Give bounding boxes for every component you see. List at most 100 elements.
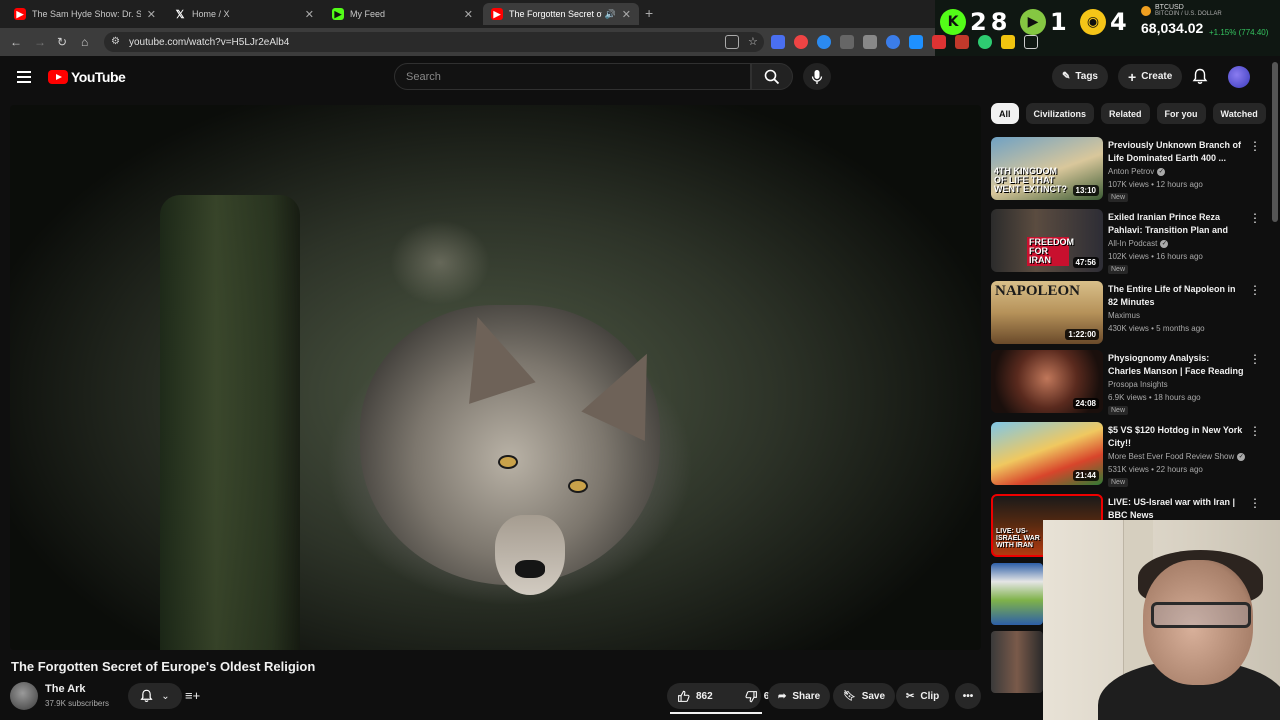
chip-civilizations[interactable]: Civilizations: [1025, 103, 1095, 124]
more-vertical-icon[interactable]: ⋮: [1249, 139, 1261, 153]
recommendation-channel[interactable]: Maximus: [1108, 311, 1140, 320]
recommendation-item[interactable]: FREEDOM FOR IRAN 47:56 Exiled Iranian Pr…: [991, 209, 1261, 275]
search-button[interactable]: [751, 63, 793, 90]
channel-name[interactable]: The Ark: [45, 683, 86, 695]
like-button[interactable]: 862: [667, 683, 723, 709]
duration-badge: 21:44: [1072, 470, 1099, 481]
extension-icon[interactable]: [863, 35, 877, 49]
webcam-person-glasses: [1151, 602, 1251, 628]
tab-my-feed[interactable]: ▶ My Feed ✕: [324, 3, 481, 25]
channel-avatar[interactable]: [10, 682, 38, 710]
forward-icon[interactable]: →: [34, 35, 46, 49]
notifications-button[interactable]: [1192, 68, 1208, 90]
site-info-icon[interactable]: ⚙: [111, 36, 120, 47]
more-vertical-icon[interactable]: ⋮: [1249, 283, 1261, 297]
bell-icon: [1192, 68, 1208, 84]
speaker-icon[interactable]: 🔊: [605, 9, 616, 20]
voice-search-button[interactable]: [803, 63, 831, 90]
more-vertical-icon[interactable]: ⋮: [1249, 424, 1261, 438]
home-icon[interactable]: ⌂: [81, 35, 88, 49]
close-icon[interactable]: ✕: [622, 8, 631, 21]
recommendation-title[interactable]: Exiled Iranian Prince Reza Pahlavi: Tran…: [1108, 211, 1244, 237]
create-button[interactable]: + Create: [1118, 64, 1183, 89]
duration-badge: 47:56: [1072, 257, 1099, 268]
recommendation-item[interactable]: 24:08 Physiognomy Analysis: Charles Mans…: [991, 350, 1261, 416]
menu-icon[interactable]: [17, 71, 31, 83]
new-badge: New: [1108, 406, 1129, 415]
close-icon[interactable]: ✕: [147, 8, 156, 21]
close-icon[interactable]: ✕: [305, 8, 314, 21]
video-thumbnail[interactable]: [991, 563, 1043, 625]
tab-forgotten-secret[interactable]: ▶ The Forgotten Secret of Eu 🔊 ✕: [483, 3, 639, 25]
recommendation-item[interactable]: 4TH KINGDOM OF LIFE THAT WENT EXTINCT? 1…: [991, 137, 1261, 203]
extension-icon[interactable]: [886, 35, 900, 49]
extension-icons: ☆: [725, 35, 1038, 49]
video-thumbnail[interactable]: [991, 631, 1043, 693]
extension-icon[interactable]: [909, 35, 923, 49]
recommendation-channel[interactable]: Anton Petrov ✓: [1108, 167, 1166, 176]
url-text[interactable]: youtube.com/watch?v=H5LJr2eAlb4: [129, 37, 289, 48]
chip-watched[interactable]: Watched: [1212, 103, 1266, 124]
video-player[interactable]: [10, 105, 981, 650]
recommendation-title[interactable]: Previously Unknown Branch of Life Domina…: [1108, 139, 1244, 165]
tab-sam-hyde[interactable]: ▶ The Sam Hyde Show: Dr. Seuss ✕: [6, 3, 164, 25]
close-icon[interactable]: ✕: [464, 8, 473, 21]
youtube-logo[interactable]: YouTube: [48, 69, 126, 85]
subscription-bell-button[interactable]: ⌄: [128, 683, 182, 709]
chip-all[interactable]: All: [991, 103, 1019, 124]
chip-related[interactable]: Related: [1101, 103, 1150, 124]
star-icon[interactable]: ☆: [748, 35, 762, 49]
like-dislike-group: 862 6: [667, 683, 769, 709]
recommendation-item[interactable]: 21:44 $5 VS $120 Hotdog in New York City…: [991, 422, 1261, 488]
tab-title: My Feed: [350, 9, 386, 19]
search-input[interactable]: [395, 64, 750, 89]
puzzle-icon[interactable]: [1024, 35, 1038, 49]
extension-icon[interactable]: [932, 35, 946, 49]
back-icon[interactable]: ←: [10, 35, 22, 49]
extension-icon[interactable]: [794, 35, 808, 49]
save-button[interactable]: 🔖︎ Save: [833, 683, 896, 709]
extension-icon[interactable]: [955, 35, 969, 49]
add-to-queue-icon[interactable]: ≡+: [185, 688, 200, 703]
recommendation-channel[interactable]: Prosopa Insights: [1108, 380, 1168, 389]
clip-button[interactable]: ✂ Clip: [896, 683, 950, 709]
share-button[interactable]: ➦ Share: [768, 683, 831, 709]
video-thumbnail[interactable]: 21:44: [991, 422, 1103, 485]
video-thumbnail[interactable]: FREEDOM FOR IRAN 47:56: [991, 209, 1103, 272]
page-scrollbar[interactable]: [1272, 62, 1278, 222]
kick-count-2: 8: [990, 8, 1008, 36]
reload-icon[interactable]: ↻: [57, 35, 67, 49]
recommendation-title[interactable]: The Entire Life of Napoleon in 82 Minute…: [1108, 283, 1244, 309]
recommendation-title[interactable]: Physiognomy Analysis: Charles Manson | F…: [1108, 352, 1244, 378]
recommendation-title[interactable]: $5 VS $120 Hotdog in New York City!!: [1108, 424, 1244, 450]
more-vertical-icon[interactable]: ⋮: [1249, 496, 1261, 510]
like-count: 862: [696, 690, 713, 702]
account-avatar[interactable]: [1228, 66, 1250, 88]
cast-icon[interactable]: [725, 35, 739, 49]
recommendation-channel[interactable]: More Best Ever Food Review Show ✓: [1108, 452, 1246, 461]
more-actions-button[interactable]: •••: [955, 683, 981, 709]
verified-icon: ✓: [1157, 167, 1166, 176]
recommendation-item[interactable]: NAPOLEON 1:22:00 The Entire Life of Napo…: [991, 281, 1261, 347]
recommendation-channel[interactable]: All-In Podcast ✓: [1108, 239, 1169, 248]
extension-icon[interactable]: [817, 35, 831, 49]
tab-x-home[interactable]: 𝕏 Home / X ✕: [166, 3, 322, 25]
more-vertical-icon[interactable]: ⋮: [1249, 352, 1261, 366]
extension-icon[interactable]: [771, 35, 785, 49]
video-thumbnail[interactable]: NAPOLEON 1:22:00: [991, 281, 1103, 344]
recommendation-title[interactable]: LIVE: US-Israel war with Iran | BBC News: [1108, 496, 1244, 522]
tags-button[interactable]: ✎ Tags: [1052, 64, 1108, 89]
create-label: Create: [1141, 71, 1173, 82]
video-thumbnail[interactable]: 4TH KINGDOM OF LIFE THAT WENT EXTINCT? 1…: [991, 137, 1103, 200]
extension-icon[interactable]: [840, 35, 854, 49]
extension-icon[interactable]: [1001, 35, 1015, 49]
chip-for-you[interactable]: For you: [1156, 103, 1206, 124]
extension-icon[interactable]: [978, 35, 992, 49]
btc-ticker: BTCUSD BITCOIN / U.S. DOLLAR 68,034.02 +…: [1141, 4, 1268, 37]
ticker-price: 68,034.02: [1141, 20, 1204, 36]
more-vertical-icon[interactable]: ⋮: [1249, 211, 1261, 225]
video-thumbnail[interactable]: 24:08: [991, 350, 1103, 413]
ticker-pair: BITCOIN / U.S. DOLLAR: [1155, 11, 1222, 17]
new-tab-button[interactable]: +: [645, 5, 653, 21]
video-frame-eye: [570, 481, 586, 491]
